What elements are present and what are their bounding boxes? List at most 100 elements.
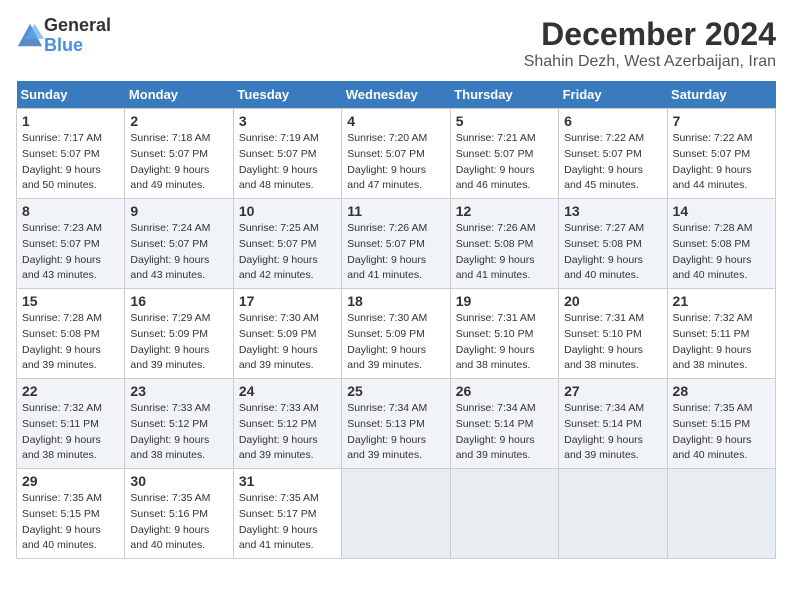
day-details: Sunrise: 7:35 AMSunset: 5:17 PMDaylight:… <box>239 491 336 554</box>
calendar-cell: 18 Sunrise: 7:30 AMSunset: 5:09 PMDayligh… <box>342 289 450 379</box>
day-details: Sunrise: 7:25 AMSunset: 5:07 PMDaylight:… <box>239 221 336 284</box>
day-number: 12 <box>456 203 553 219</box>
calendar-cell: 10Sunrise: 7:25 AMSunset: 5:07 PMDayligh… <box>233 199 341 289</box>
calendar-cell: 5 Sunrise: 7:21 AMSunset: 5:07 PMDaylight… <box>450 109 558 199</box>
week-row-2: 8 Sunrise: 7:23 AMSunset: 5:07 PMDaylight… <box>17 199 776 289</box>
day-details: Sunrise: 7:20 AMSunset: 5:07 PMDaylight:… <box>347 131 444 194</box>
calendar-cell: 27 Sunrise: 7:34 AMSunset: 5:14 PMDayligh… <box>559 379 667 469</box>
calendar-cell: 9Sunrise: 7:24 AMSunset: 5:07 PMDaylight… <box>125 199 233 289</box>
day-details: Sunrise: 7:22 AMSunset: 5:07 PMDaylight:… <box>673 131 770 194</box>
logo-icon <box>16 22 44 50</box>
col-header-friday: Friday <box>559 81 667 109</box>
day-number: 29 <box>22 473 119 489</box>
day-details: Sunrise: 7:35 AMSunset: 5:15 PMDaylight:… <box>673 401 770 464</box>
week-row-3: 15 Sunrise: 7:28 AMSunset: 5:08 PMDayligh… <box>17 289 776 379</box>
day-number: 21 <box>673 293 770 309</box>
day-details: Sunrise: 7:33 AMSunset: 5:12 PMDaylight:… <box>130 401 227 464</box>
day-number: 14 <box>673 203 770 219</box>
week-row-5: 29 Sunrise: 7:35 AMSunset: 5:15 PMDayligh… <box>17 469 776 559</box>
day-number: 4 <box>347 113 444 129</box>
calendar-cell <box>342 469 450 559</box>
col-header-sunday: Sunday <box>17 81 125 109</box>
calendar-cell: 11 Sunrise: 7:26 AMSunset: 5:07 PMDayligh… <box>342 199 450 289</box>
calendar-cell: 4 Sunrise: 7:20 AMSunset: 5:07 PMDaylight… <box>342 109 450 199</box>
calendar-cell: 22 Sunrise: 7:32 AMSunset: 5:11 PMDayligh… <box>17 379 125 469</box>
calendar-cell: 29 Sunrise: 7:35 AMSunset: 5:15 PMDayligh… <box>17 469 125 559</box>
calendar-cell: 8 Sunrise: 7:23 AMSunset: 5:07 PMDaylight… <box>17 199 125 289</box>
day-details: Sunrise: 7:26 AMSunset: 5:07 PMDaylight:… <box>347 221 444 284</box>
day-number: 11 <box>347 203 444 219</box>
day-details: Sunrise: 7:34 AMSunset: 5:14 PMDaylight:… <box>456 401 553 464</box>
day-number: 6 <box>564 113 661 129</box>
day-details: Sunrise: 7:32 AMSunset: 5:11 PMDaylight:… <box>673 311 770 374</box>
calendar-cell: 28 Sunrise: 7:35 AMSunset: 5:15 PMDayligh… <box>667 379 775 469</box>
day-number: 20 <box>564 293 661 309</box>
calendar-table: SundayMondayTuesdayWednesdayThursdayFrid… <box>16 81 776 559</box>
day-number: 28 <box>673 383 770 399</box>
col-header-monday: Monday <box>125 81 233 109</box>
day-details: Sunrise: 7:28 AMSunset: 5:08 PMDaylight:… <box>673 221 770 284</box>
page-header: General Blue December 2024 Shahin Dezh, … <box>16 16 776 71</box>
calendar-cell: 7 Sunrise: 7:22 AMSunset: 5:07 PMDaylight… <box>667 109 775 199</box>
day-number: 15 <box>22 293 119 309</box>
main-title: December 2024 <box>524 16 776 53</box>
title-section: December 2024 Shahin Dezh, West Azerbaij… <box>524 16 776 71</box>
day-details: Sunrise: 7:32 AMSunset: 5:11 PMDaylight:… <box>22 401 119 464</box>
calendar-cell: 31 Sunrise: 7:35 AMSunset: 5:17 PMDayligh… <box>233 469 341 559</box>
day-number: 24 <box>239 383 336 399</box>
header-row: SundayMondayTuesdayWednesdayThursdayFrid… <box>17 81 776 109</box>
logo-blue: Blue <box>44 35 83 55</box>
day-details: Sunrise: 7:22 AMSunset: 5:07 PMDaylight:… <box>564 131 661 194</box>
day-details: Sunrise: 7:31 AMSunset: 5:10 PMDaylight:… <box>564 311 661 374</box>
calendar-cell: 17Sunrise: 7:30 AMSunset: 5:09 PMDayligh… <box>233 289 341 379</box>
day-details: Sunrise: 7:23 AMSunset: 5:07 PMDaylight:… <box>22 221 119 284</box>
calendar-cell: 12 Sunrise: 7:26 AMSunset: 5:08 PMDayligh… <box>450 199 558 289</box>
calendar-cell <box>559 469 667 559</box>
day-number: 8 <box>22 203 119 219</box>
calendar-cell: 20 Sunrise: 7:31 AMSunset: 5:10 PMDayligh… <box>559 289 667 379</box>
col-header-wednesday: Wednesday <box>342 81 450 109</box>
day-details: Sunrise: 7:33 AMSunset: 5:12 PMDaylight:… <box>239 401 336 464</box>
calendar-cell: 1Sunrise: 7:17 AMSunset: 5:07 PMDaylight… <box>17 109 125 199</box>
calendar-cell <box>667 469 775 559</box>
day-number: 25 <box>347 383 444 399</box>
col-header-tuesday: Tuesday <box>233 81 341 109</box>
day-number: 2 <box>130 113 227 129</box>
day-details: Sunrise: 7:29 AMSunset: 5:09 PMDaylight:… <box>130 311 227 374</box>
day-details: Sunrise: 7:21 AMSunset: 5:07 PMDaylight:… <box>456 131 553 194</box>
subtitle: Shahin Dezh, West Azerbaijan, Iran <box>524 53 776 71</box>
logo: General Blue <box>16 16 111 56</box>
calendar-cell: 14 Sunrise: 7:28 AMSunset: 5:08 PMDayligh… <box>667 199 775 289</box>
day-details: Sunrise: 7:26 AMSunset: 5:08 PMDaylight:… <box>456 221 553 284</box>
calendar-cell: 23 Sunrise: 7:33 AMSunset: 5:12 PMDayligh… <box>125 379 233 469</box>
day-number: 7 <box>673 113 770 129</box>
day-details: Sunrise: 7:30 AMSunset: 5:09 PMDaylight:… <box>347 311 444 374</box>
calendar-cell: 21 Sunrise: 7:32 AMSunset: 5:11 PMDayligh… <box>667 289 775 379</box>
day-details: Sunrise: 7:35 AMSunset: 5:15 PMDaylight:… <box>22 491 119 554</box>
calendar-cell: 15 Sunrise: 7:28 AMSunset: 5:08 PMDayligh… <box>17 289 125 379</box>
day-number: 9 <box>130 203 227 219</box>
day-number: 22 <box>22 383 119 399</box>
week-row-1: 1Sunrise: 7:17 AMSunset: 5:07 PMDaylight… <box>17 109 776 199</box>
calendar-cell: 2Sunrise: 7:18 AMSunset: 5:07 PMDaylight… <box>125 109 233 199</box>
col-header-thursday: Thursday <box>450 81 558 109</box>
logo-general: General <box>44 15 111 35</box>
day-details: Sunrise: 7:19 AMSunset: 5:07 PMDaylight:… <box>239 131 336 194</box>
calendar-cell: 26Sunrise: 7:34 AMSunset: 5:14 PMDayligh… <box>450 379 558 469</box>
day-number: 27 <box>564 383 661 399</box>
day-number: 31 <box>239 473 336 489</box>
day-details: Sunrise: 7:34 AMSunset: 5:14 PMDaylight:… <box>564 401 661 464</box>
calendar-cell <box>450 469 558 559</box>
day-details: Sunrise: 7:35 AMSunset: 5:16 PMDaylight:… <box>130 491 227 554</box>
day-details: Sunrise: 7:34 AMSunset: 5:13 PMDaylight:… <box>347 401 444 464</box>
calendar-cell: 6 Sunrise: 7:22 AMSunset: 5:07 PMDaylight… <box>559 109 667 199</box>
day-details: Sunrise: 7:28 AMSunset: 5:08 PMDaylight:… <box>22 311 119 374</box>
day-details: Sunrise: 7:17 AMSunset: 5:07 PMDaylight:… <box>22 131 119 194</box>
day-number: 23 <box>130 383 227 399</box>
day-number: 18 <box>347 293 444 309</box>
col-header-saturday: Saturday <box>667 81 775 109</box>
day-number: 5 <box>456 113 553 129</box>
day-number: 13 <box>564 203 661 219</box>
day-details: Sunrise: 7:31 AMSunset: 5:10 PMDaylight:… <box>456 311 553 374</box>
day-details: Sunrise: 7:27 AMSunset: 5:08 PMDaylight:… <box>564 221 661 284</box>
